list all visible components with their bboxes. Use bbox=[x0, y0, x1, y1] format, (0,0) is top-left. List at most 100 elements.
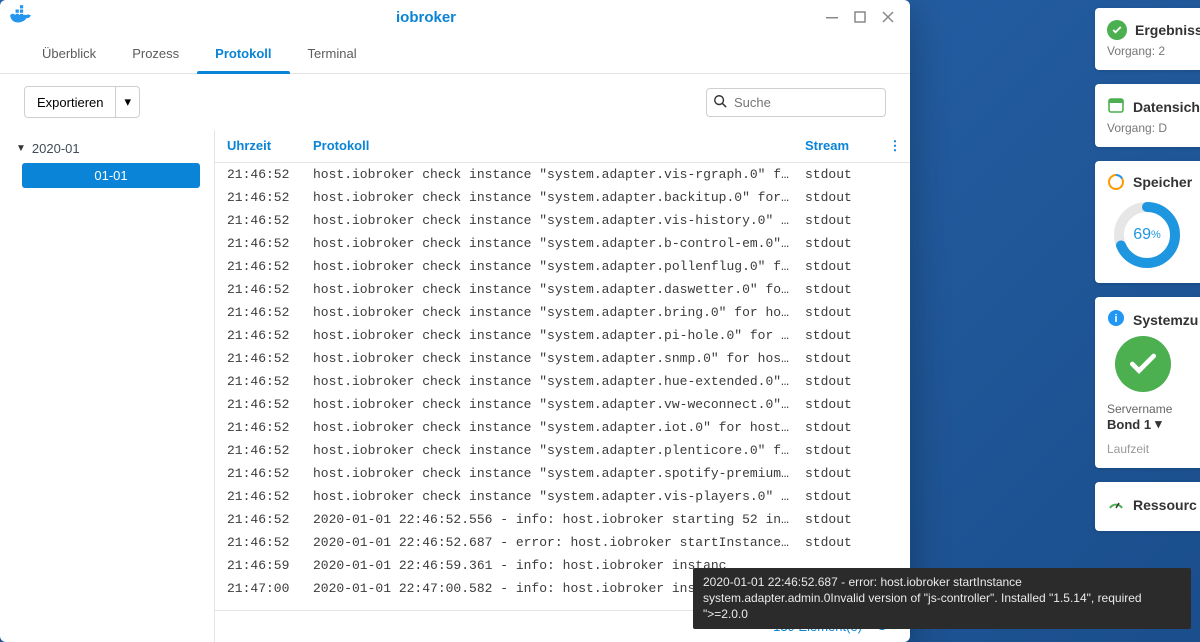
widget-results[interactable]: Ergebniss Vorgang: 2 bbox=[1095, 8, 1200, 70]
search-input[interactable] bbox=[731, 92, 879, 113]
widget-resources-title: Ressourc bbox=[1133, 497, 1197, 513]
col-header-time[interactable]: Uhrzeit bbox=[215, 138, 305, 154]
export-button[interactable]: Exportieren bbox=[24, 86, 116, 118]
widget-storage[interactable]: Speicher 69% bbox=[1095, 161, 1200, 283]
tab-protokoll[interactable]: Protokoll bbox=[197, 34, 289, 73]
cell-time: 21:46:52 bbox=[215, 397, 305, 412]
tree-item-selected[interactable]: 01-01 bbox=[22, 163, 200, 188]
col-header-stream[interactable]: Stream bbox=[805, 138, 880, 154]
cell-message: host.iobroker check instance "system.ada… bbox=[305, 259, 805, 274]
log-row[interactable]: 21:46:52host.iobroker check instance "sy… bbox=[215, 347, 910, 370]
cell-message: host.iobroker check instance "system.ada… bbox=[305, 489, 805, 504]
widget-resources[interactable]: Ressourc bbox=[1095, 482, 1200, 531]
log-row[interactable]: 21:46:52host.iobroker check instance "sy… bbox=[215, 278, 910, 301]
widget-system[interactable]: iSystemzu Servername Bond 1▾ Laufzeit bbox=[1095, 297, 1200, 468]
cell-message: host.iobroker check instance "system.ada… bbox=[305, 374, 805, 389]
chevron-down-icon: ▾ bbox=[1155, 416, 1162, 432]
runtime-label: Laufzeit bbox=[1107, 442, 1200, 456]
column-options-icon[interactable]: ⋮ bbox=[880, 138, 910, 154]
cell-stream: stdout bbox=[805, 466, 880, 481]
log-row[interactable]: 21:46:52host.iobroker check instance "sy… bbox=[215, 232, 910, 255]
widget-backup[interactable]: Datensich Vorgang: D bbox=[1095, 84, 1200, 147]
cell-stream: stdout bbox=[805, 512, 880, 527]
date-tree: ▼ 2020-01 01-01 bbox=[0, 130, 215, 642]
cell-stream: stdout bbox=[805, 374, 880, 389]
tree-root-label: 2020-01 bbox=[32, 141, 80, 156]
log-row[interactable]: 21:46:52host.iobroker check instance "sy… bbox=[215, 324, 910, 347]
col-header-protocol[interactable]: Protokoll bbox=[305, 138, 805, 154]
check-icon bbox=[1107, 20, 1127, 40]
cell-stream: stdout bbox=[805, 351, 880, 366]
chevron-down-icon: ▼ bbox=[16, 143, 26, 154]
server-name-label: Servername bbox=[1107, 402, 1200, 416]
tab-überblick[interactable]: Überblick bbox=[24, 34, 114, 73]
titlebar: iobroker bbox=[0, 0, 910, 34]
search-icon bbox=[713, 94, 731, 111]
server-name-value[interactable]: Bond 1▾ bbox=[1107, 416, 1200, 432]
cell-time: 21:46:52 bbox=[215, 351, 305, 366]
calendar-icon bbox=[1107, 96, 1125, 117]
cell-message: host.iobroker check instance "system.ada… bbox=[305, 282, 805, 297]
log-row[interactable]: 21:46:52host.iobroker check instance "sy… bbox=[215, 209, 910, 232]
log-row[interactable]: 21:46:522020-01-01 22:46:52.556 - info: … bbox=[215, 508, 910, 531]
cell-stream: stdout bbox=[805, 236, 880, 251]
cell-stream: stdout bbox=[805, 167, 880, 182]
cell-time: 21:46:52 bbox=[215, 489, 305, 504]
maximize-button[interactable] bbox=[846, 3, 874, 31]
log-row[interactable]: 21:46:52host.iobroker check instance "sy… bbox=[215, 393, 910, 416]
toolbar: Exportieren ▾ bbox=[0, 74, 910, 130]
storage-icon bbox=[1107, 173, 1125, 191]
tree-root-2020-01[interactable]: ▼ 2020-01 bbox=[14, 136, 200, 161]
log-row[interactable]: 21:46:52host.iobroker check instance "sy… bbox=[215, 370, 910, 393]
log-row[interactable]: 21:46:52host.iobroker check instance "sy… bbox=[215, 255, 910, 278]
cell-message: host.iobroker check instance "system.ada… bbox=[305, 351, 805, 366]
cell-stream: stdout bbox=[805, 443, 880, 458]
log-row[interactable]: 21:46:52host.iobroker check instance "sy… bbox=[215, 163, 910, 186]
cell-time: 21:46:52 bbox=[215, 420, 305, 435]
export-dropdown-button[interactable]: ▾ bbox=[116, 86, 140, 118]
cell-stream: stdout bbox=[805, 535, 880, 550]
cell-message: host.iobroker check instance "system.ada… bbox=[305, 420, 805, 435]
log-row[interactable]: 21:46:52host.iobroker check instance "sy… bbox=[215, 485, 910, 508]
cell-time: 21:46:52 bbox=[215, 535, 305, 550]
cell-message: host.iobroker check instance "system.ada… bbox=[305, 466, 805, 481]
tree-item-label: 01-01 bbox=[22, 163, 200, 188]
cell-time: 21:46:52 bbox=[215, 236, 305, 251]
widget-results-title: Ergebniss bbox=[1135, 22, 1200, 38]
log-row[interactable]: 21:46:52host.iobroker check instance "sy… bbox=[215, 439, 910, 462]
log-row[interactable]: 21:46:52host.iobroker check instance "sy… bbox=[215, 416, 910, 439]
log-header: Uhrzeit Protokoll Stream ⋮ bbox=[215, 130, 910, 163]
log-tooltip: 2020-01-01 22:46:52.687 - error: host.io… bbox=[693, 568, 1191, 629]
cell-time: 21:46:52 bbox=[215, 213, 305, 228]
info-icon: i bbox=[1107, 309, 1125, 330]
log-row[interactable]: 21:46:522020-01-01 22:46:52.687 - error:… bbox=[215, 531, 910, 554]
minimize-button[interactable] bbox=[818, 3, 846, 31]
tab-bar: ÜberblickProzessProtokollTerminal bbox=[0, 34, 910, 74]
search-box[interactable] bbox=[706, 88, 886, 117]
log-row[interactable]: 21:46:52host.iobroker check instance "sy… bbox=[215, 462, 910, 485]
storage-pct: 69 bbox=[1133, 226, 1151, 244]
cell-time: 21:46:52 bbox=[215, 190, 305, 205]
tab-terminal[interactable]: Terminal bbox=[290, 34, 375, 73]
cell-time: 21:46:52 bbox=[215, 305, 305, 320]
log-rows[interactable]: 21:46:52host.iobroker check instance "sy… bbox=[215, 163, 910, 610]
cell-stream: stdout bbox=[805, 190, 880, 205]
widget-backup-sub: Vorgang: D bbox=[1107, 121, 1200, 135]
log-row[interactable]: 21:46:52host.iobroker check instance "sy… bbox=[215, 301, 910, 324]
cell-stream: stdout bbox=[805, 420, 880, 435]
cell-stream: stdout bbox=[805, 213, 880, 228]
tab-prozess[interactable]: Prozess bbox=[114, 34, 197, 73]
cell-time: 21:46:52 bbox=[215, 282, 305, 297]
log-pane: Uhrzeit Protokoll Stream ⋮ 21:46:52host.… bbox=[215, 130, 910, 642]
cell-stream: stdout bbox=[805, 305, 880, 320]
cell-time: 21:46:52 bbox=[215, 259, 305, 274]
cell-time: 21:46:52 bbox=[215, 512, 305, 527]
cell-time: 21:46:59 bbox=[215, 558, 305, 573]
widget-results-sub: Vorgang: 2 bbox=[1107, 44, 1200, 58]
storage-donut: 69% bbox=[1111, 199, 1183, 271]
cell-stream: stdout bbox=[805, 259, 880, 274]
log-row[interactable]: 21:46:52host.iobroker check instance "sy… bbox=[215, 186, 910, 209]
close-button[interactable] bbox=[874, 3, 902, 31]
cell-stream: stdout bbox=[805, 397, 880, 412]
window-title: iobroker bbox=[34, 9, 818, 26]
